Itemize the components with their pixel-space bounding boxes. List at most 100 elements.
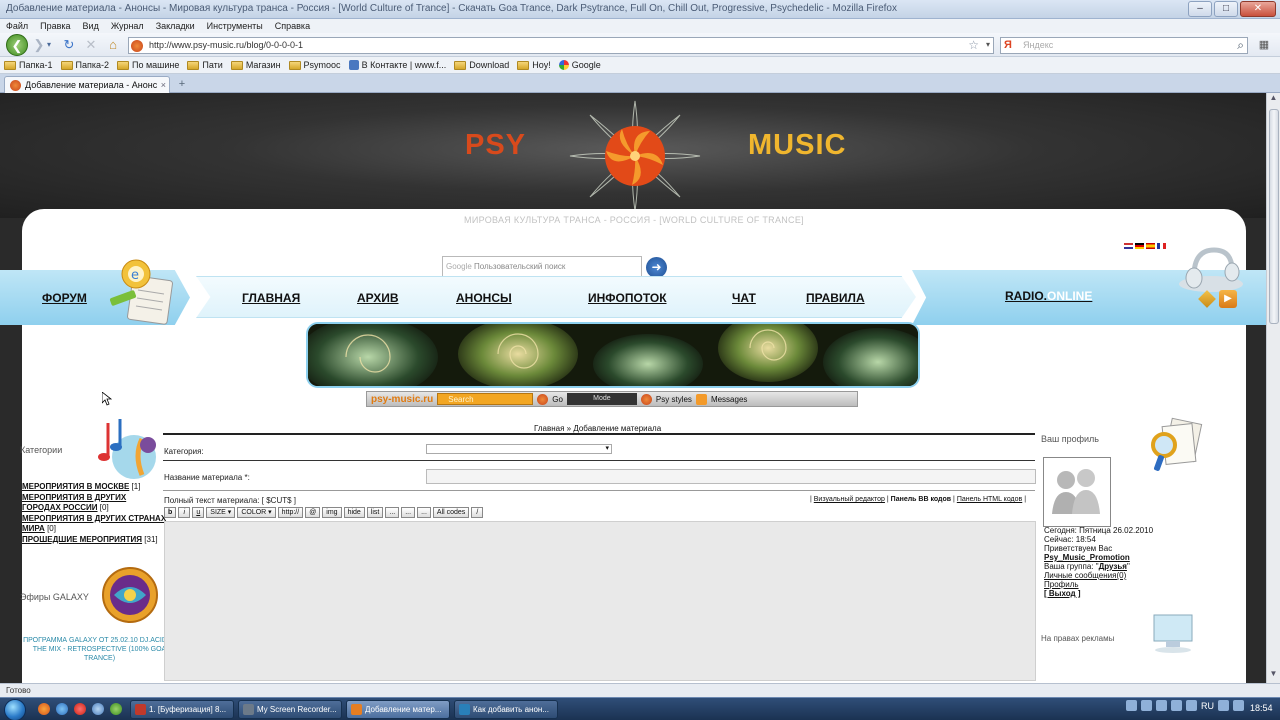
firefox-quicklaunch-icon[interactable] — [38, 703, 50, 715]
menu-help[interactable]: Справка — [275, 19, 310, 33]
clock[interactable]: 18:54 — [1250, 703, 1273, 713]
category-link[interactable]: ПРОШЕДШИЕ МЕРОПРИЯТИЯ — [22, 535, 142, 544]
category-link[interactable]: МЕРОПРИЯТИЯ В ДРУГИХ ГОРОДАХ РОССИИ — [22, 493, 126, 513]
tab-close-icon[interactable]: × — [161, 80, 169, 90]
tray-icon[interactable] — [1186, 700, 1197, 711]
flag-es-icon[interactable] — [1146, 243, 1155, 249]
visual-editor-link[interactable]: Визуальный редактор — [814, 496, 885, 503]
tray-icon[interactable] — [1218, 700, 1229, 711]
menu-view[interactable]: Вид — [83, 19, 99, 33]
all-codes-button[interactable]: All codes — [432, 507, 470, 518]
galaxy-program-link[interactable]: ПРОГРАММА GALAXY ОТ 25.02.10 DJ.ACID IN … — [22, 636, 177, 663]
new-tab-button[interactable]: + — [174, 77, 190, 91]
reload-button[interactable]: ↻ — [60, 36, 78, 54]
search-input[interactable]: Яндекс — [1023, 40, 1053, 50]
logout-link[interactable]: [ Выход ] — [1044, 589, 1081, 598]
close-window-button[interactable]: ✕ — [1240, 1, 1276, 17]
html-panel-link[interactable]: Панель HTML кодов — [957, 496, 1022, 503]
address-bar[interactable]: http://www.psy-music.ru/blog/0-0-0-0-1 ☆… — [128, 37, 994, 54]
search-bar[interactable]: Я Яндекс ⌕ — [1000, 37, 1248, 54]
bookmark-item[interactable]: Hoy! — [517, 60, 551, 70]
color-select[interactable]: COLOR ▾ — [237, 507, 276, 518]
toolbar-mode[interactable]: Mode — [566, 393, 637, 405]
language-indicator[interactable]: RU — [1201, 701, 1214, 711]
menu-history[interactable]: Журнал — [111, 19, 144, 33]
history-dropdown-icon[interactable]: ▾ — [44, 36, 54, 54]
flag-de-icon[interactable] — [1135, 243, 1144, 249]
underline-button[interactable]: u — [192, 507, 205, 518]
more-button[interactable]: ... — [385, 507, 400, 518]
maximize-button[interactable]: □ — [1214, 1, 1238, 17]
bookmark-item[interactable]: Магазин — [230, 60, 281, 70]
toolbar-styles[interactable]: Psy styles — [656, 395, 692, 404]
bookmark-item[interactable]: Пати — [187, 60, 223, 70]
start-button[interactable] — [4, 699, 26, 720]
username-link[interactable]: Psy_Music_Promotion — [1044, 553, 1130, 562]
link-button[interactable]: http:// — [277, 507, 304, 518]
breadcrumb[interactable]: Главная » Добавление материала — [534, 424, 661, 433]
tray-icon[interactable] — [1126, 700, 1137, 711]
bookmark-item[interactable]: Google — [558, 60, 601, 70]
menu-bookmarks[interactable]: Закладки — [156, 19, 195, 33]
bookmark-item[interactable]: В Контакте | www.f... — [348, 60, 446, 70]
ie-quicklaunch-icon[interactable] — [56, 703, 68, 715]
more-button[interactable]: ... — [417, 507, 431, 518]
flag-fr-icon[interactable] — [1157, 243, 1166, 249]
category-select[interactable]: ▾ — [426, 444, 612, 454]
more-button[interactable]: ... — [401, 507, 416, 518]
scroll-down-icon[interactable]: ▼ — [1267, 669, 1280, 683]
bookmark-item[interactable]: Download — [454, 60, 509, 70]
volume-icon[interactable] — [1233, 700, 1244, 711]
list-button[interactable]: list — [366, 507, 384, 518]
page-menu-icon[interactable]: ▦ — [1254, 38, 1274, 54]
category-link[interactable]: МЕРОПРИЯТИЯ В МОСКВЕ — [22, 482, 129, 491]
bold-button[interactable]: b — [164, 507, 177, 518]
search-icon[interactable]: ⌕ — [1237, 38, 1244, 53]
toolbar-messages[interactable]: Messages — [711, 395, 747, 404]
page-scrollbar[interactable]: ▲ ▼ — [1266, 93, 1280, 683]
galaxy-logo-icon[interactable] — [100, 563, 160, 629]
category-link[interactable]: МЕРОПРИЯТИЯ В ДРУГИХ СТРАНАХ МИРА — [22, 514, 166, 534]
nav-forum[interactable]: ФОРУМ — [42, 291, 87, 305]
menu-edit[interactable]: Правка — [40, 19, 70, 33]
size-select[interactable]: SIZE ▾ — [206, 507, 236, 518]
tray-icon[interactable] — [1171, 700, 1182, 711]
email-button[interactable]: @ — [305, 507, 321, 518]
toolbar-brand[interactable]: psy-music.ru — [371, 394, 433, 405]
message-textarea[interactable] — [164, 521, 1036, 681]
bookmark-item[interactable]: По машине — [117, 60, 179, 70]
bookmark-item[interactable]: Папка-1 — [4, 60, 53, 70]
toolbar-search-input[interactable]: Search — [437, 393, 534, 405]
nav-announce[interactable]: АНОНСЫ — [456, 291, 512, 305]
url-dropdown-icon[interactable]: ▾ — [986, 40, 990, 49]
explorer-quicklaunch-icon[interactable] — [92, 703, 104, 715]
tray-icon[interactable] — [1141, 700, 1152, 711]
group-link[interactable]: Друзья — [1099, 562, 1127, 571]
toolbar-styles-icon[interactable] — [640, 393, 652, 405]
nav-archive[interactable]: АРХИВ — [357, 291, 399, 305]
taskbar-item[interactable]: Как добавить анон... — [454, 700, 558, 719]
image-button[interactable]: img — [322, 507, 342, 518]
yandex-icon[interactable]: Я — [1004, 39, 1012, 51]
url-text[interactable]: http://www.psy-music.ru/blog/0-0-0-0-1 — [149, 40, 303, 50]
scroll-up-icon[interactable]: ▲ — [1267, 93, 1280, 107]
taskbar-item-active[interactable]: Добавление матер... — [346, 700, 450, 719]
menu-tools[interactable]: Инструменты — [207, 19, 263, 33]
nav-rules[interactable]: ПРАВИЛА — [806, 291, 865, 305]
taskbar-item[interactable]: 1. [Буферизация] 8... — [130, 700, 234, 719]
close-tags-button[interactable]: / — [471, 507, 484, 518]
italic-button[interactable]: i — [178, 507, 191, 518]
bookmark-item[interactable]: Psymooc — [288, 60, 341, 70]
hide-button[interactable]: hide — [343, 507, 365, 518]
profile-link[interactable]: Профиль — [1044, 580, 1079, 589]
toolbar-go[interactable]: Go — [552, 395, 563, 404]
play-icon[interactable]: ▶ — [1219, 290, 1237, 308]
tray-icon[interactable] — [1156, 700, 1167, 711]
pencil-icon[interactable] — [1198, 290, 1216, 308]
bookmark-item[interactable]: Папка-2 — [60, 60, 109, 70]
stop-button[interactable]: ✕ — [82, 36, 100, 54]
flag-en-icon[interactable] — [1124, 243, 1133, 249]
menu-file[interactable]: Файл — [6, 19, 28, 33]
nav-chat[interactable]: ЧАТ — [732, 291, 756, 305]
private-messages-link[interactable]: Личные сообщения(0) — [1044, 571, 1126, 580]
